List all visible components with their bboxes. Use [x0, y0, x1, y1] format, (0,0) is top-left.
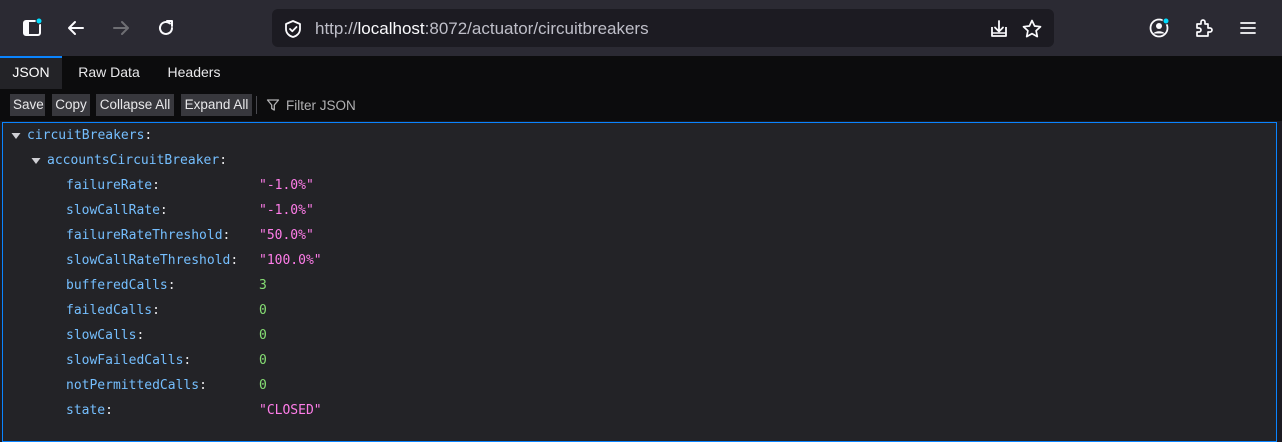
json-key: slowFailedCalls	[66, 353, 184, 368]
json-colon: :	[230, 253, 239, 268]
json-key: circuitBreakers	[27, 128, 145, 143]
tree-row-field[interactable]: slowCallRateThreshold: "100.0%"	[66, 248, 1266, 273]
tree-row-field[interactable]: bufferedCalls: 3	[66, 273, 1266, 298]
json-colon: :	[105, 403, 113, 418]
tab-headers[interactable]: Headers	[156, 56, 232, 89]
forward-icon[interactable]	[105, 12, 137, 44]
tree-row-field[interactable]: slowFailedCalls: 0	[66, 348, 1266, 373]
json-key: bufferedCalls	[66, 278, 168, 293]
json-number-value: 3	[259, 278, 267, 293]
json-string-value: "-1.0%"	[259, 178, 314, 193]
json-key: slowCallRateThreshold	[66, 253, 231, 268]
url-host: localhost	[357, 19, 425, 38]
tab-json[interactable]: JSON	[0, 56, 62, 89]
json-key: failureRateThreshold	[66, 228, 223, 243]
json-colon: :	[159, 203, 168, 218]
expand-twisty-icon[interactable]	[31, 156, 41, 166]
json-colon: :	[219, 153, 228, 168]
url-bar[interactable]: http://localhost:8072/actuator/circuitbr…	[272, 9, 1054, 47]
viewer-toolbar: Save Copy Collapse All Expand All Filter…	[0, 90, 1282, 121]
json-tree: circuitBreakers: accountsCircuitBreaker:…	[2, 122, 1277, 442]
json-colon: :	[144, 128, 153, 143]
collapse-all-button[interactable]: Collapse All	[96, 94, 174, 116]
bookmark-star-icon[interactable]	[1021, 18, 1043, 40]
sidebar-icon[interactable]	[16, 12, 48, 44]
account-icon[interactable]	[1143, 12, 1175, 44]
json-key: notPermittedCalls	[66, 378, 200, 393]
download-icon[interactable]	[988, 18, 1010, 40]
json-key: slowCallRate	[66, 203, 160, 218]
expand-twisty-icon[interactable]	[11, 131, 21, 141]
json-number-value: 0	[259, 328, 267, 343]
copy-button[interactable]: Copy	[52, 94, 90, 116]
tree-row-field[interactable]: state: "CLOSED"	[66, 398, 1266, 423]
shield-icon[interactable]	[282, 18, 304, 40]
json-key: failedCalls	[66, 303, 153, 318]
json-key: accountsCircuitBreaker	[47, 153, 220, 168]
json-key: state	[66, 403, 106, 418]
viewer-tabs: JSON Raw Data Headers	[0, 56, 1282, 91]
json-key: failureRate	[66, 178, 153, 193]
tree-row-field[interactable]: slowCalls: 0	[66, 323, 1266, 348]
menu-icon[interactable]	[1232, 12, 1264, 44]
json-number-value: 0	[259, 303, 267, 318]
json-string-value: "-1.0%"	[259, 203, 314, 218]
tree-row-field[interactable]: failureRate: "-1.0%"	[66, 173, 1266, 198]
back-icon[interactable]	[60, 12, 92, 44]
json-colon: :	[152, 303, 160, 318]
json-number-value: 0	[259, 378, 267, 393]
json-string-value: "100.0%"	[259, 253, 322, 268]
save-button[interactable]: Save	[10, 94, 45, 116]
tree-row-field[interactable]: slowCallRate: "-1.0%"	[66, 198, 1266, 223]
json-colon: :	[183, 353, 192, 368]
json-key: slowCalls	[66, 328, 137, 343]
json-colon: :	[152, 178, 160, 193]
json-string-value: "CLOSED"	[259, 403, 322, 418]
filter-icon	[266, 99, 280, 111]
tree-row-field[interactable]: failedCalls: 0	[66, 298, 1266, 323]
json-colon: :	[167, 278, 176, 293]
json-number-value: 0	[259, 353, 267, 368]
json-colon: :	[199, 378, 207, 393]
browser-toolbar: http://localhost:8072/actuator/circuitbr…	[0, 0, 1282, 56]
json-string-value: "50.0%"	[259, 228, 314, 243]
json-colon: :	[136, 328, 145, 343]
tab-raw-data[interactable]: Raw Data	[68, 56, 150, 89]
json-colon: :	[222, 228, 231, 243]
url-path: :8072/actuator/circuitbreakers	[424, 19, 649, 38]
url-protocol: http://	[315, 19, 358, 38]
filter-json-input[interactable]: Filter JSON	[266, 95, 356, 115]
reload-icon[interactable]	[150, 12, 182, 44]
tree-row-field[interactable]: notPermittedCalls: 0	[66, 373, 1266, 398]
filter-placeholder: Filter JSON	[286, 97, 356, 113]
extensions-icon[interactable]	[1188, 12, 1220, 44]
expand-all-button[interactable]: Expand All	[181, 94, 252, 116]
url-text[interactable]: http://localhost:8072/actuator/circuitbr…	[315, 19, 649, 39]
tree-row-field[interactable]: failureRateThreshold: "50.0%"	[66, 223, 1266, 248]
toolbar-divider	[256, 96, 257, 114]
